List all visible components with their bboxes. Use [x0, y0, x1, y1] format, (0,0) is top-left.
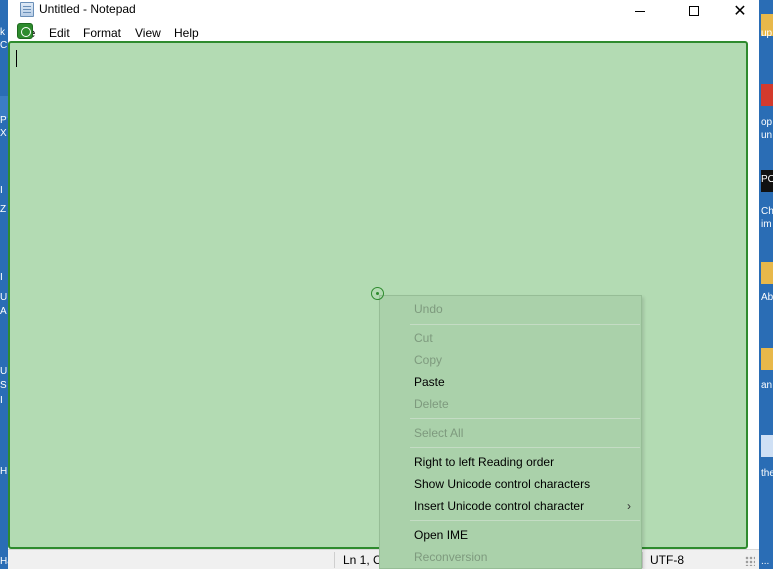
desktop-text-fragment: I — [0, 272, 3, 283]
desktop-text-fragment: op — [761, 117, 773, 128]
status-divider — [334, 552, 335, 568]
encoding-label: UTF-8 — [650, 553, 684, 567]
menu-item-show-unicode-control[interactable]: Show Unicode control characters — [380, 473, 641, 495]
menu-item-select-all[interactable]: Select All — [380, 422, 641, 444]
desktop-text-fragment: Ch — [761, 206, 773, 217]
title-bar[interactable]: Untitled - Notepad ✕ — [8, 0, 759, 22]
desktop-text-fragment: U — [0, 292, 8, 303]
desktop-text-fragment: Ab — [761, 292, 773, 303]
maximize-button[interactable] — [671, 0, 717, 22]
desktop-text-fragment: k — [0, 27, 5, 38]
close-button[interactable]: ✕ — [717, 0, 763, 22]
desktop-right-edge: up op un PO Ch im Ab an the ... — [759, 0, 773, 569]
desktop-text-fragment: im — [761, 219, 772, 230]
desktop-text-fragment: ... — [761, 556, 770, 567]
status-divider — [642, 552, 643, 568]
document-icon[interactable] — [761, 435, 773, 457]
desktop-text-fragment: I — [0, 185, 3, 196]
menu-item-rtl-reading-order[interactable]: Right to left Reading order — [380, 451, 641, 473]
desktop-text-fragment: A — [0, 306, 7, 317]
menu-item-paste[interactable]: Paste — [380, 371, 641, 393]
notepad-icon[interactable] — [20, 2, 34, 17]
minimize-button[interactable] — [617, 0, 663, 22]
desktop-text-fragment: the — [761, 468, 773, 479]
desktop-text-fragment: I — [0, 395, 3, 406]
desktop-text-fragment: U — [0, 366, 8, 377]
menu-item-insert-unicode-control[interactable]: Insert Unicode control character › — [380, 495, 641, 517]
folder-icon[interactable] — [761, 262, 773, 284]
menu-item-open-ime[interactable]: Open IME — [380, 524, 641, 546]
text-caret — [16, 50, 17, 67]
menu-item-cut[interactable]: Cut — [380, 327, 641, 349]
folder-icon[interactable] — [761, 348, 773, 370]
menu-item-delete[interactable]: Delete — [380, 393, 641, 415]
desktop-text-fragment: P — [0, 115, 7, 126]
menu-item-reconversion[interactable]: Reconversion — [380, 546, 641, 568]
desktop-text-fragment: Z — [0, 204, 7, 215]
desktop-text-fragment: PO — [761, 174, 773, 185]
resize-grip-icon[interactable] — [745, 556, 755, 566]
desktop-text-fragment: Ha — [0, 556, 8, 567]
crosshair-cursor-icon — [371, 287, 384, 300]
menu-edit[interactable]: Edit — [49, 26, 70, 40]
desktop-text-fragment: X — [0, 128, 7, 139]
menu-help[interactable]: Help — [174, 26, 199, 40]
desktop-text-fragment: un — [761, 130, 773, 141]
desktop-left-edge: k C P X I Z I U A U S I H Ha — [0, 0, 8, 569]
desktop-text-fragment: up — [761, 28, 773, 39]
close-icon: ✕ — [733, 3, 747, 20]
chevron-right-icon: › — [627, 499, 631, 513]
context-menu: Undo Cut Copy Paste Delete Select All Ri… — [379, 295, 642, 569]
menu-format[interactable]: Format — [83, 26, 121, 40]
cursor-position: Ln 1, C — [343, 553, 382, 567]
menu-bar: le Edit Format View Help — [8, 22, 759, 41]
pdf-icon[interactable] — [761, 84, 773, 106]
menu-item-copy[interactable]: Copy — [380, 349, 641, 371]
desktop-text-fragment: C — [0, 40, 8, 51]
menu-separator — [410, 418, 640, 419]
menu-separator — [410, 520, 640, 521]
automation-badge-icon — [17, 23, 33, 39]
menu-separator — [410, 447, 640, 448]
desktop-text-fragment: S — [0, 380, 7, 391]
window-title: Untitled - Notepad — [39, 2, 136, 16]
menu-view[interactable]: View — [135, 26, 161, 40]
menu-separator — [410, 324, 640, 325]
minimize-icon — [635, 10, 645, 12]
desktop-text-fragment: an — [761, 380, 773, 391]
maximize-icon — [689, 6, 699, 16]
menu-item-undo[interactable]: Undo — [380, 298, 641, 320]
desktop-text-fragment: H — [0, 466, 8, 477]
